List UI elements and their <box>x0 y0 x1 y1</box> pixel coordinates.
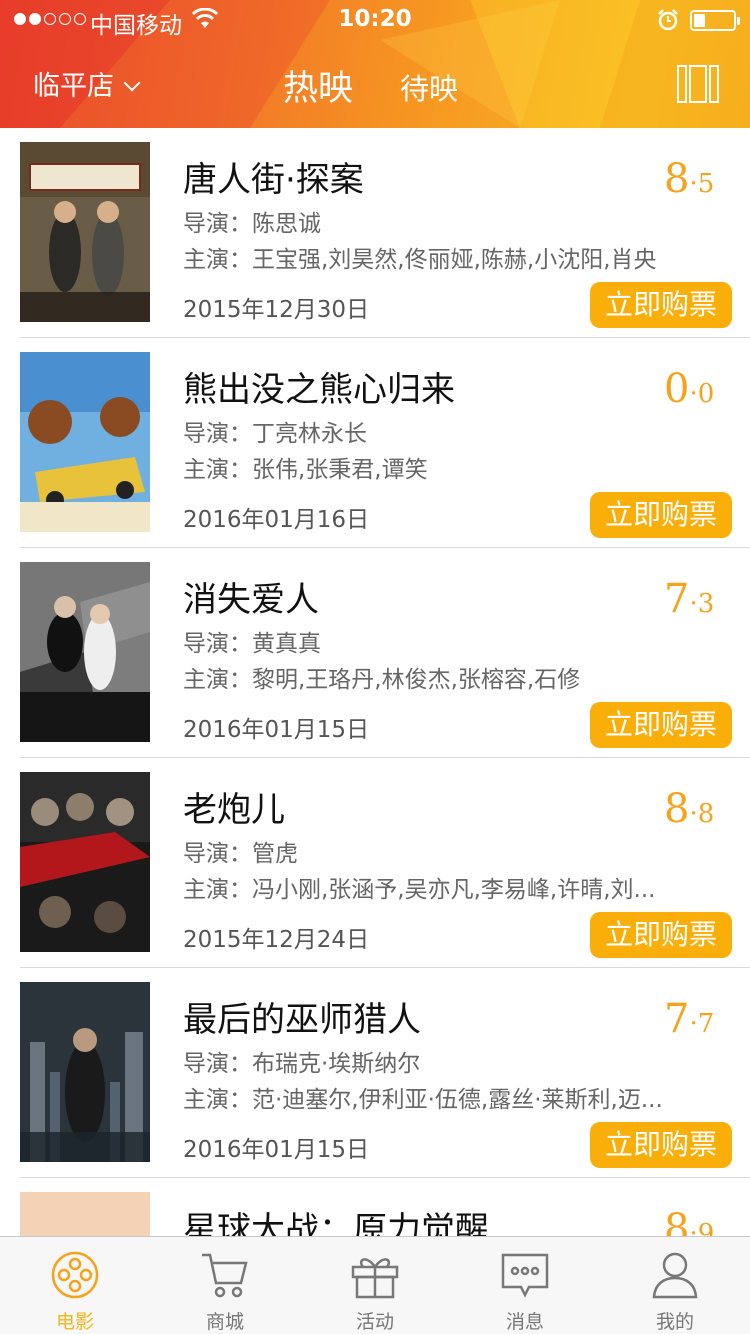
movie-list-item[interactable]: 唐人街·探案导演：陈思诚主演：王宝强,刘昊然,佟丽娅,陈赫,小沈阳,肖央 2015… <box>0 128 750 338</box>
carrier-name: 中国移动 <box>90 13 182 39</box>
movie-poster[interactable] <box>20 772 150 952</box>
signal-dot <box>74 13 86 25</box>
movie-title: 熊出没之熊心归来 <box>183 370 455 410</box>
movie-poster[interactable] <box>20 1192 150 1236</box>
rating-decimal: ·9 <box>689 1219 715 1236</box>
user-icon <box>652 1252 698 1299</box>
movie-list-item[interactable]: 星球大战：原力觉醒 8·9 <box>0 1178 750 1236</box>
battery-icon <box>690 10 740 31</box>
tab-label: 活动 <box>355 1311 394 1333</box>
tab-now-showing[interactable]: 热映 <box>283 60 353 111</box>
movie-title: 最后的巫师猎人 <box>183 1000 421 1040</box>
signal-dot <box>14 13 26 25</box>
movie-director: 导演：黄真真 <box>183 631 321 657</box>
rating-integer: 7 <box>664 996 690 1042</box>
movie-rating: 8·9 <box>664 1206 714 1236</box>
rating-integer: 8 <box>664 156 690 202</box>
poster-image <box>20 982 150 1162</box>
movie-rating: 8·8 <box>664 786 714 832</box>
movie-rating: 8·5 <box>664 156 714 202</box>
tab-label: 消息 <box>505 1311 544 1333</box>
movie-list-item[interactable]: 熊出没之熊心归来导演：丁亮林永长主演：张伟,张秉君,谭笑 2016年01月16日 0… <box>0 338 750 548</box>
rating-decimal: ·5 <box>689 169 715 199</box>
release-date: 2016年01月15日 <box>183 717 370 743</box>
movie-cast: 主演：张伟,张秉君,谭笑 <box>183 457 428 483</box>
movie-list-item[interactable]: 消失爱人导演：黄真真主演：黎明,王珞丹,林俊杰,张榕容,石修 2016年01月15… <box>0 548 750 758</box>
buy-ticket-button[interactable]: 立即购票 <box>590 912 732 958</box>
cinema-selector[interactable]: 临平店 <box>33 64 141 103</box>
tab-message-bubble[interactable]: 消息 <box>450 1237 600 1334</box>
rating-integer: 0 <box>664 366 690 412</box>
movie-title: 星球大战：原力觉醒 <box>183 1210 489 1236</box>
wifi-icon <box>192 8 218 28</box>
status-bar: 中国移动 10:20 <box>0 0 750 40</box>
movie-director: 导演：丁亮林永长 <box>183 421 367 447</box>
tab-label: 电影 <box>55 1311 94 1333</box>
message-bubble-icon <box>501 1253 549 1298</box>
poster-image <box>20 772 150 952</box>
poster-image <box>20 1192 150 1236</box>
tab-label: 商城 <box>205 1311 244 1333</box>
movie-cast: 主演：黎明,王珞丹,林俊杰,张榕容,石修 <box>183 667 581 693</box>
movie-director: 导演：管虎 <box>183 841 298 867</box>
movie-cast: 主演：王宝强,刘昊然,佟丽娅,陈赫,小沈阳,肖央 <box>183 247 657 273</box>
movie-rating: 7·7 <box>664 996 714 1042</box>
movie-list-item[interactable]: 最后的巫师猎人导演：布瑞克·埃斯纳尔主演：范·迪塞尔,伊利亚·伍德,露丝·莱斯利… <box>0 968 750 1178</box>
gift-icon <box>351 1258 399 1299</box>
movie-rating: 7·3 <box>664 576 714 622</box>
release-date: 2015年12月30日 <box>183 297 370 323</box>
film-reel-icon <box>51 1251 99 1299</box>
signal-dot <box>59 13 71 25</box>
app-header: 中国移动 10:20 临平店 热映 待映 <box>0 0 750 128</box>
movie-poster[interactable] <box>20 352 150 532</box>
alarm-icon <box>658 9 678 31</box>
movie-title: 老炮儿 <box>183 790 285 830</box>
movie-poster[interactable] <box>20 982 150 1162</box>
cinema-name: 临平店 <box>33 71 114 102</box>
poster-image <box>20 352 150 532</box>
grid-menu-icon[interactable] <box>677 65 719 103</box>
movie-list[interactable]: 唐人街·探案导演：陈思诚主演：王宝强,刘昊然,佟丽娅,陈赫,小沈阳,肖央 2015… <box>0 128 750 1236</box>
rating-decimal: ·8 <box>689 799 715 829</box>
bottom-tab-bar: 电影 商城 活动 消息 我的 <box>0 1236 750 1334</box>
movie-list-item[interactable]: 老炮儿导演：管虎主演：冯小刚,张涵予,吴亦凡,李易峰,许晴,刘... 2015年1… <box>0 758 750 968</box>
signal-dot <box>29 13 41 25</box>
buy-ticket-button[interactable]: 立即购票 <box>590 492 732 538</box>
poster-image <box>20 562 150 742</box>
rating-integer: 7 <box>664 576 690 622</box>
tab-label: 我的 <box>655 1311 694 1333</box>
tab-coming-soon[interactable]: 待映 <box>400 66 458 108</box>
movie-cast: 主演：冯小刚,张涵予,吴亦凡,李易峰,许晴,刘... <box>183 877 656 903</box>
rating-decimal: ·3 <box>689 589 715 619</box>
buy-ticket-button[interactable]: 立即购票 <box>590 702 732 748</box>
release-date: 2016年01月15日 <box>183 1137 370 1163</box>
tab-shopping-cart[interactable]: 商城 <box>150 1237 300 1334</box>
signal-dot <box>44 13 56 25</box>
chevron-down-icon <box>123 74 141 91</box>
buy-ticket-button[interactable]: 立即购票 <box>590 1122 732 1168</box>
rating-decimal: ·0 <box>689 379 715 409</box>
tab-gift[interactable]: 活动 <box>300 1237 450 1334</box>
movie-title: 唐人街·探案 <box>183 160 364 200</box>
tab-film-reel[interactable]: 电影 <box>0 1237 150 1334</box>
movie-poster[interactable] <box>20 562 150 742</box>
movie-title: 消失爱人 <box>183 580 319 620</box>
rating-integer: 8 <box>664 786 690 832</box>
release-date: 2016年01月16日 <box>183 507 370 533</box>
movie-director: 导演：布瑞克·埃斯纳尔 <box>183 1051 421 1077</box>
release-date: 2015年12月24日 <box>183 927 370 953</box>
rating-integer: 8 <box>664 1206 690 1236</box>
battery-level <box>694 14 706 27</box>
poster-image <box>20 142 150 322</box>
movie-cast: 主演：范·迪塞尔,伊利亚·伍德,露丝·莱斯利,迈... <box>183 1087 663 1113</box>
signal-strength-icon <box>14 13 86 25</box>
movie-rating: 0·0 <box>664 366 714 412</box>
movie-director: 导演：陈思诚 <box>183 211 321 237</box>
tab-user[interactable]: 我的 <box>600 1237 750 1334</box>
buy-ticket-button[interactable]: 立即购票 <box>590 282 732 328</box>
movie-poster[interactable] <box>20 142 150 322</box>
shopping-cart-icon <box>202 1253 248 1298</box>
rating-decimal: ·7 <box>689 1009 715 1039</box>
